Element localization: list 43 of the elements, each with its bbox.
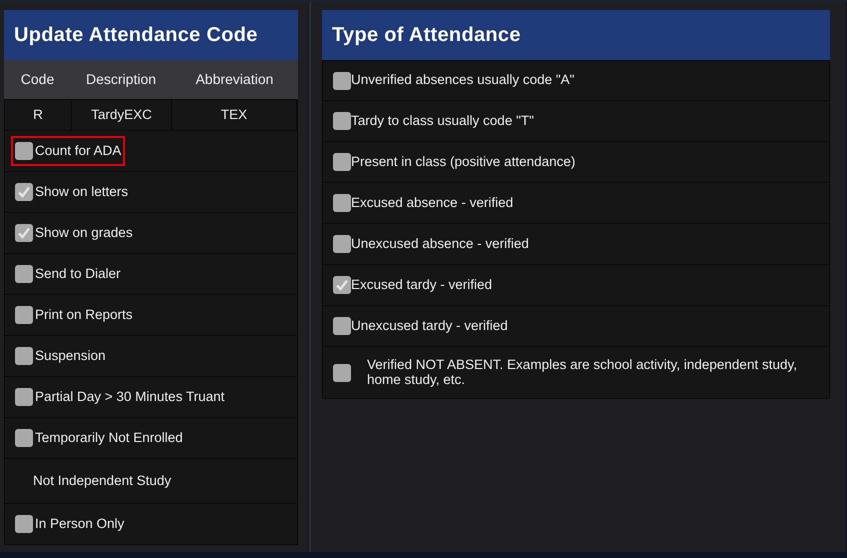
option-label: Verified NOT ABSENT. Examples are school activity, independent study, home study, etc.: [366, 358, 798, 388]
option-label: Print on Reports: [35, 306, 133, 324]
checkbox[interactable]: [15, 183, 33, 201]
option-label: In Person Only: [35, 514, 124, 533]
option-label: Excused absence - verified: [351, 194, 514, 212]
checkbox[interactable]: [15, 142, 33, 160]
option-label: Unexcused absence - verified: [351, 234, 529, 253]
option-label: Show on letters: [35, 182, 128, 201]
checkbox[interactable]: [333, 364, 351, 382]
option-label: Unverified absences usually code "A": [351, 71, 574, 90]
checkbox[interactable]: [15, 224, 33, 242]
checkbox[interactable]: [333, 235, 351, 253]
table-cell: R: [5, 100, 72, 130]
checkbox[interactable]: [333, 72, 351, 90]
checkbox[interactable]: [15, 388, 33, 406]
checkbox[interactable]: [333, 153, 351, 171]
table-cell: TEX: [172, 100, 297, 130]
checkbox[interactable]: [333, 317, 351, 335]
table-cell: TardyEXC: [72, 100, 172, 130]
column-header: Description: [84, 70, 158, 89]
option-label: Tardy to class usually code "T": [351, 112, 534, 130]
checkbox[interactable]: [15, 515, 33, 533]
option-label: Suspension: [35, 346, 106, 365]
option-label: Count for ADA: [35, 142, 122, 160]
option-label: Unexcused tardy - verified: [351, 316, 508, 335]
option-label: Excused tardy - verified: [351, 276, 492, 294]
option-label: Send to Dialer: [35, 264, 121, 283]
checkbox[interactable]: [15, 429, 33, 447]
checkbox[interactable]: [333, 194, 351, 212]
option-label: Show on grades: [35, 224, 133, 242]
column-header: Code: [20, 70, 56, 89]
option-label: Present in class (positive attendance): [351, 152, 576, 171]
option-label: Temporarily Not Enrolled: [35, 428, 183, 447]
checkbox[interactable]: [15, 265, 33, 283]
checkbox[interactable]: [15, 306, 33, 324]
option-label: Partial Day > 30 Minutes Truant: [35, 388, 224, 406]
panel-title: Update Attendance Code: [4, 10, 298, 60]
checkbox[interactable]: [333, 112, 351, 130]
option-label: Not Independent Study: [32, 472, 172, 490]
checkbox[interactable]: [15, 347, 33, 365]
checkbox[interactable]: [333, 276, 351, 294]
column-header: Abbreviation: [194, 70, 274, 89]
panel-title: Type of Attendance: [322, 10, 830, 60]
